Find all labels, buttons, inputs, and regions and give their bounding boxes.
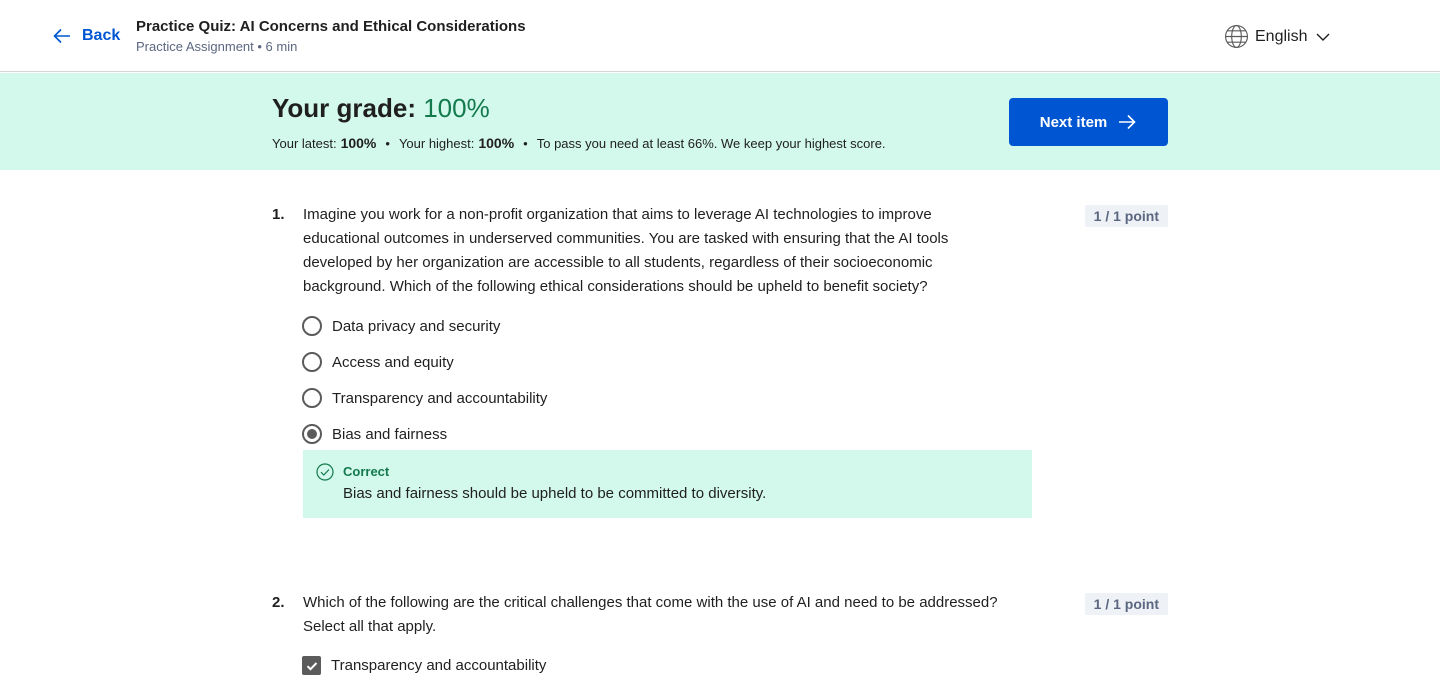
points-badge: 1 / 1 point [1084,593,1168,615]
radio-button[interactable] [302,316,322,336]
language-selector[interactable]: English [1224,24,1331,49]
chevron-down-icon [1316,33,1330,41]
radio-button-selected[interactable] [302,424,322,444]
grade-title: Your grade: 100% [272,92,490,124]
grade-summary: Your latest: 100% • Your highest: 100% •… [272,135,886,151]
top-bar: Back Practice Quiz: AI Concerns and Ethi… [0,0,1440,72]
separator-dot: • [523,135,528,151]
question-1: 1. Imagine you work for a non-profit org… [272,203,1168,533]
back-label: Back [82,27,121,44]
check-circle-icon [316,463,334,481]
feedback-text: Bias and fairness should be upheld to be… [343,485,767,502]
grade-title-prefix: Your grade: [272,93,424,123]
question-number: 1. [272,206,285,223]
option-label: Data privacy and security [332,317,501,335]
radio-button[interactable] [302,388,322,408]
option-label: Access and equity [332,353,454,371]
option-bias-fairness[interactable]: Bias and fairness [302,424,447,444]
globe-icon [1224,24,1249,49]
grade-banner: Your grade: 100% Your latest: 100% • You… [0,73,1440,170]
question-text: Which of the following are the critical … [303,594,998,635]
question-text: Imagine you work for a non-profit organi… [303,206,949,295]
separator-dot: • [385,135,390,151]
pass-note: To pass you need at least 66%. We keep y… [536,135,886,151]
radio-dot [307,429,317,439]
quiz-title-block: Practice Quiz: AI Concerns and Ethical C… [136,17,526,56]
highest-value: 100% [478,135,515,151]
option-label: Transparency and accountability [331,657,547,674]
radio-button[interactable] [302,352,322,372]
feedback-correct: Correct Bias and fairness should be uphe… [303,450,1032,518]
points-badge: 1 / 1 point [1084,205,1168,227]
latest-label: Your latest: [272,135,337,151]
quiz-meta: Practice Assignment • 6 min [136,39,298,54]
option-data-privacy[interactable]: Data privacy and security [302,316,500,336]
option-label: Transparency and accountability [332,389,548,407]
next-item-button[interactable]: Next item [1009,98,1168,146]
latest-value: 100% [340,135,377,151]
arrow-left-icon [53,28,70,44]
arrow-right-icon [1119,114,1136,130]
question-2: 2. Which of the following are the critic… [272,591,1168,689]
highest-label: Your highest: [398,135,475,151]
feedback-label: Correct [343,464,390,479]
quiz-title: Practice Quiz: AI Concerns and Ethical C… [136,18,526,35]
language-label: English [1255,27,1308,45]
option-label: Bias and fairness [332,425,448,443]
option-transparency[interactable]: Transparency and accountability [302,388,547,408]
next-item-label: Next item [1039,113,1108,131]
option-access-equity[interactable]: Access and equity [302,352,454,372]
back-button[interactable]: Back [52,26,120,46]
option-transparency[interactable]: Transparency and accountability [302,656,546,675]
checkmark-icon [306,661,317,671]
checkbox-checked[interactable] [302,656,321,675]
grade-value: 100% [423,93,490,123]
question-number: 2. [272,594,285,611]
